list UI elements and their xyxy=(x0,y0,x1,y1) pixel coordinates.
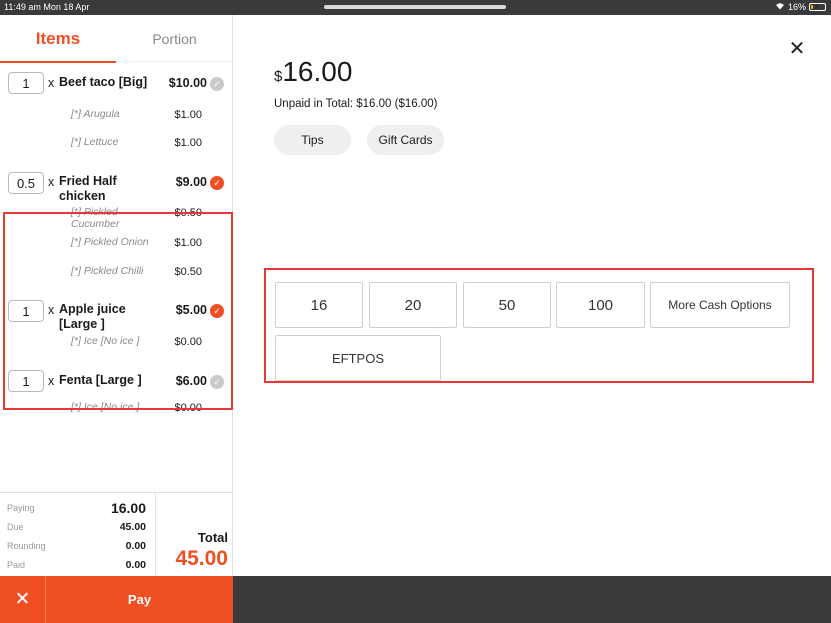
gift-cards-button[interactable]: Gift Cards xyxy=(367,125,444,155)
close-icon[interactable]: ✕ xyxy=(788,39,806,59)
due-row: Due 45.00 xyxy=(7,521,146,533)
pay-button[interactable]: Pay xyxy=(46,576,233,623)
payment-options-highlight: 16 20 50 100 More Cash Options EFTPOS xyxy=(264,268,814,383)
tab-portion[interactable]: Portion xyxy=(116,15,233,62)
modifier-name: [*] Lettuce xyxy=(71,136,119,148)
tips-button[interactable]: Tips xyxy=(274,125,351,155)
amount-value: 16.00 xyxy=(282,56,353,87)
due-label: Due xyxy=(7,522,24,532)
check-icon[interactable]: ✓ xyxy=(210,176,224,190)
rounding-row: Rounding 0.00 xyxy=(7,540,146,552)
item-name: Beef taco [Big] xyxy=(59,75,148,89)
total-label: Total xyxy=(197,530,228,545)
multitask-handle[interactable] xyxy=(324,5,506,9)
bottom-bar: ✕ Pay xyxy=(0,576,831,623)
cash-100-button[interactable]: 100 xyxy=(556,282,645,328)
wifi-icon xyxy=(775,2,785,12)
eftpos-button[interactable]: EFTPOS xyxy=(275,335,441,381)
quantity-field[interactable]: 0.5 xyxy=(8,172,44,194)
unpaid-total: Unpaid in Total: $16.00 ($16.00) xyxy=(274,98,438,110)
item-price: $9.00 xyxy=(175,175,207,189)
paid-value: 0.00 xyxy=(125,559,146,571)
tab-items[interactable]: Items xyxy=(0,15,116,63)
order-tabs: Items Portion xyxy=(0,15,233,63)
quantity-field[interactable]: 1 xyxy=(8,72,44,94)
payment-amount: $16.00 xyxy=(274,56,352,88)
paying-value: 16.00 xyxy=(110,500,146,516)
cash-20-button[interactable]: 20 xyxy=(369,282,457,328)
totals-divider xyxy=(155,493,156,577)
times-sign: x xyxy=(48,175,55,189)
paid-row: Paid 0.00 xyxy=(7,559,146,571)
cancel-button[interactable]: ✕ xyxy=(0,576,46,623)
rounding-value: 0.00 xyxy=(125,540,146,552)
battery-level xyxy=(811,5,813,9)
modifier-price: $1.00 xyxy=(174,109,202,121)
item-name: Fried Half chicken xyxy=(59,174,117,203)
times-sign: x xyxy=(48,76,55,90)
rounding-label: Rounding xyxy=(7,541,46,551)
paid-label: Paid xyxy=(7,560,26,570)
more-cash-options-button[interactable]: More Cash Options xyxy=(650,282,790,328)
totals-panel: Paying 16.00 Due 45.00 Rounding 0.00 Pai… xyxy=(0,492,233,577)
modifier-name: [*] Arugula xyxy=(71,108,120,120)
due-value: 45.00 xyxy=(119,521,146,533)
item-price: $10.00 xyxy=(168,76,207,90)
status-time: 11:49 am Mon 18 Apr xyxy=(4,2,90,12)
status-bar: 11:49 am Mon 18 Apr 16% ⚡ xyxy=(0,0,831,15)
total-value: 45.00 xyxy=(175,547,228,570)
close-icon: ✕ xyxy=(14,589,31,610)
battery-icon: ⚡ xyxy=(809,2,826,11)
order-panel: Items Portion 1 x Beef taco [Big] $10.00… xyxy=(0,15,233,577)
cash-16-button[interactable]: 16 xyxy=(275,282,363,328)
battery-percent: 16% xyxy=(787,2,806,12)
paying-row: Paying 16.00 xyxy=(7,500,146,516)
cash-50-button[interactable]: 50 xyxy=(463,282,551,328)
check-icon[interactable]: ✓ xyxy=(210,77,224,91)
selected-items-highlight xyxy=(3,212,233,410)
modifier-price: $1.00 xyxy=(174,137,202,149)
status-right: 16% ⚡ xyxy=(775,2,826,12)
order-list: 1 x Beef taco [Big] $10.00 ✓ [*] Arugula… xyxy=(0,62,233,492)
charging-icon: ⚡ xyxy=(814,2,820,11)
paying-label: Paying xyxy=(7,503,35,513)
